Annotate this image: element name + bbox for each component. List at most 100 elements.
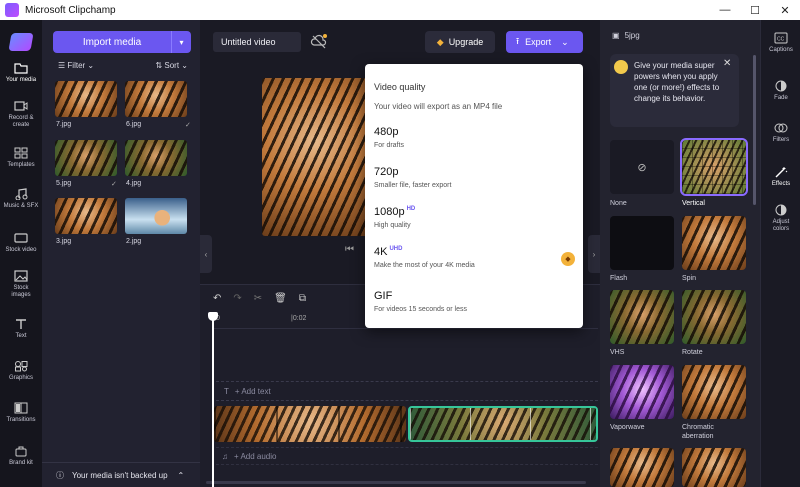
image-icon: ▣ <box>612 31 620 40</box>
add-text-track[interactable]: T + Add text <box>216 381 598 401</box>
export-option-1080p[interactable]: 1080p HD High quality <box>374 206 574 229</box>
nav-graphics[interactable]: Graphics <box>0 360 42 382</box>
music-icon <box>15 188 28 200</box>
collapse-right-panel-button[interactable]: › <box>588 235 600 273</box>
media-thumbnail[interactable] <box>55 140 117 176</box>
filters-icon <box>774 123 788 133</box>
effect-vertical[interactable] <box>680 138 748 196</box>
warning-icon: ⓘ <box>56 470 64 480</box>
nav-transitions[interactable]: Transitions <box>0 402 42 424</box>
playhead[interactable] <box>212 312 214 487</box>
nav-music-sfx[interactable]: Music & SFX <box>0 188 42 210</box>
nav-brand-kit[interactable]: Brand kit <box>0 445 42 467</box>
filter-button[interactable]: ☰ Filter ⌄ <box>58 61 94 73</box>
import-media-label: Import media <box>82 36 142 48</box>
title-bar: Microsoft Clipchamp — ☐ ✕ <box>0 0 800 20</box>
export-option-480p[interactable]: 480p For drafts <box>374 126 574 149</box>
selected-clip-header: ▣ 5jpg <box>612 31 640 40</box>
collapse-left-panel-button[interactable]: ‹ <box>200 235 212 273</box>
nav-your-media[interactable]: Your media <box>0 62 42 84</box>
media-thumbnail[interactable] <box>55 81 117 117</box>
undo-icon[interactable]: ↶ <box>213 293 221 304</box>
export-quality-menu: Video quality Your video will export as … <box>365 64 583 328</box>
video-track <box>214 406 598 442</box>
effect-label: Chromatic aberration <box>682 424 714 440</box>
media-filename: 4.jpg <box>126 180 142 187</box>
export-button[interactable]: ⭱ Export ⌄ <box>506 31 583 53</box>
effect-label: Vertical <box>682 200 705 207</box>
media-thumbnail[interactable] <box>55 198 117 234</box>
project-name-field[interactable]: Untitled video <box>213 32 301 52</box>
menu-subtitle: Your video will export as an MP4 file <box>374 102 503 111</box>
templates-icon <box>14 147 28 159</box>
backup-warning-bar[interactable]: ⓘ Your media isn't backed up ⌃ <box>42 462 200 487</box>
tip-text: Give your media super powers when you ap… <box>634 61 720 103</box>
emoji-icon <box>614 60 628 74</box>
nav-stock-images[interactable]: Stock images <box>0 270 42 299</box>
minimize-button[interactable]: — <box>710 0 740 20</box>
effect-vhs[interactable] <box>610 290 674 344</box>
effect-spin[interactable] <box>682 216 746 270</box>
backup-warning-text: Your media isn't backed up <box>72 470 168 480</box>
filter-sort-row: ☰ Filter ⌄ ⇅ Sort ⌄ <box>58 61 188 73</box>
video-clip[interactable] <box>214 406 406 442</box>
nav-record-create[interactable]: Record & create <box>0 100 42 129</box>
video-preview[interactable] <box>262 78 368 236</box>
svg-text:CC: CC <box>777 37 785 43</box>
camera-icon <box>14 101 28 111</box>
close-button[interactable]: ✕ <box>770 0 800 20</box>
export-option-720p[interactable]: 720p Smaller file, faster export <box>374 166 574 189</box>
nav-text[interactable]: Text <box>0 318 42 340</box>
effects-panel: ▣ 5jpg Give your media super powers when… <box>600 20 760 487</box>
effect-none[interactable]: ⊘ <box>610 140 674 194</box>
export-option-gif[interactable]: GIF For videos 15 seconds or less <box>374 290 574 313</box>
export-option-4k[interactable]: 4K UHD Make the most of your 4K media <box>374 246 574 269</box>
skip-back-icon[interactable]: ⏮ <box>345 244 354 255</box>
add-audio-track[interactable]: ♫ + Add audio <box>216 447 598 465</box>
close-icon[interactable]: ✕ <box>723 58 731 69</box>
clipchamp-logo <box>8 33 34 51</box>
added-check-icon: ✓ <box>185 122 191 129</box>
maximize-button[interactable]: ☐ <box>740 0 770 20</box>
effect-rotate[interactable] <box>682 290 746 344</box>
effect-tile[interactable] <box>610 448 674 487</box>
diamond-icon: ◆ <box>436 36 444 47</box>
import-options-chevron-icon[interactable]: ▾ <box>171 31 191 53</box>
media-filename: 3.jpg <box>56 238 72 245</box>
media-thumbnail[interactable] <box>125 140 187 176</box>
ruler-divider <box>213 328 598 329</box>
media-panel: Import media ▾ ☰ Filter ⌄ ⇅ Sort ⌄ 7.jpg… <box>42 20 200 487</box>
effect-chromatic-aberration[interactable] <box>682 365 746 419</box>
cloud-sync-off-icon[interactable] <box>310 33 328 51</box>
upgrade-button[interactable]: ◆ Upgrade <box>425 31 495 53</box>
redo-icon[interactable]: ↷ <box>233 293 241 304</box>
delete-icon[interactable]: 🗑 <box>274 293 287 304</box>
brand-kit-icon <box>15 446 27 457</box>
timeline-scrollbar[interactable] <box>206 481 586 484</box>
effect-vaporwave[interactable] <box>610 365 674 419</box>
effect-tile[interactable] <box>682 448 746 487</box>
filter-icon: ☰ <box>58 61 68 70</box>
selected-video-clip[interactable] <box>408 406 598 442</box>
rail-adjust-colors[interactable]: Adjust colors <box>761 204 800 233</box>
effect-label: Spin <box>682 275 697 282</box>
properties-rail: CC Captions Fade Filters Effects Adjust … <box>760 20 800 487</box>
effect-flash[interactable] <box>610 216 674 270</box>
import-media-button[interactable]: Import media ▾ <box>53 31 191 53</box>
text-icon <box>16 319 26 329</box>
nav-templates[interactable]: Templates <box>0 147 42 169</box>
rail-fade[interactable]: Fade <box>761 80 800 102</box>
sort-button[interactable]: ⇅ Sort ⌄ <box>155 61 188 73</box>
rail-filters[interactable]: Filters <box>761 122 800 144</box>
effects-scrollbar[interactable] <box>753 55 756 205</box>
duplicate-icon[interactable]: ⧉ <box>299 293 306 304</box>
nav-stock-video[interactable]: Stock video <box>0 232 42 254</box>
media-thumbnail[interactable] <box>125 81 187 117</box>
captions-icon: CC <box>774 32 788 44</box>
rail-effects[interactable]: Effects <box>761 166 800 188</box>
rail-captions[interactable]: CC Captions <box>761 32 800 54</box>
split-scissors-icon[interactable]: ✂ <box>254 293 262 304</box>
media-thumbnail[interactable] <box>125 198 187 234</box>
music-note-icon: ♫ <box>222 451 228 461</box>
graphics-icon <box>15 361 28 372</box>
